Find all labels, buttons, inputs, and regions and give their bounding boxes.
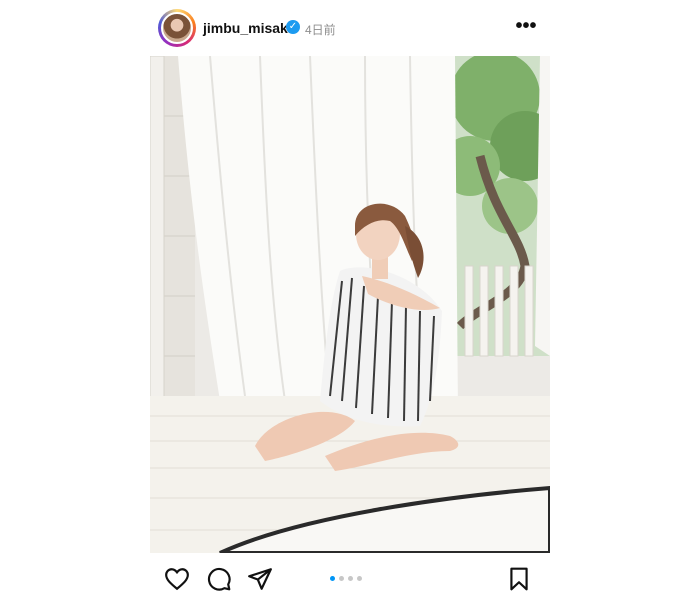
send-icon[interactable] bbox=[247, 566, 273, 592]
username-link[interactable]: jimbu_misaki bbox=[203, 20, 292, 36]
avatar[interactable] bbox=[161, 12, 193, 44]
photo-illustration bbox=[150, 56, 550, 553]
more-options-icon[interactable]: ••• bbox=[512, 14, 540, 38]
post-image[interactable] bbox=[150, 56, 550, 553]
carousel-dot[interactable] bbox=[357, 576, 362, 581]
carousel-indicator bbox=[330, 576, 362, 581]
carousel-dot[interactable] bbox=[348, 576, 353, 581]
story-ring[interactable] bbox=[158, 9, 196, 47]
post-timestamp: 4日前 bbox=[305, 23, 336, 37]
carousel-dot[interactable] bbox=[330, 576, 335, 581]
heart-icon[interactable] bbox=[164, 566, 190, 592]
carousel-dot[interactable] bbox=[339, 576, 344, 581]
bookmark-icon[interactable] bbox=[506, 566, 532, 592]
verified-badge-icon: ✓ bbox=[286, 20, 300, 34]
action-bar bbox=[150, 560, 550, 596]
comment-icon[interactable] bbox=[206, 566, 232, 592]
instagram-post: jimbu_misaki ✓ 4日前 ••• bbox=[150, 0, 550, 600]
post-header: jimbu_misaki ✓ 4日前 ••• bbox=[150, 0, 550, 56]
